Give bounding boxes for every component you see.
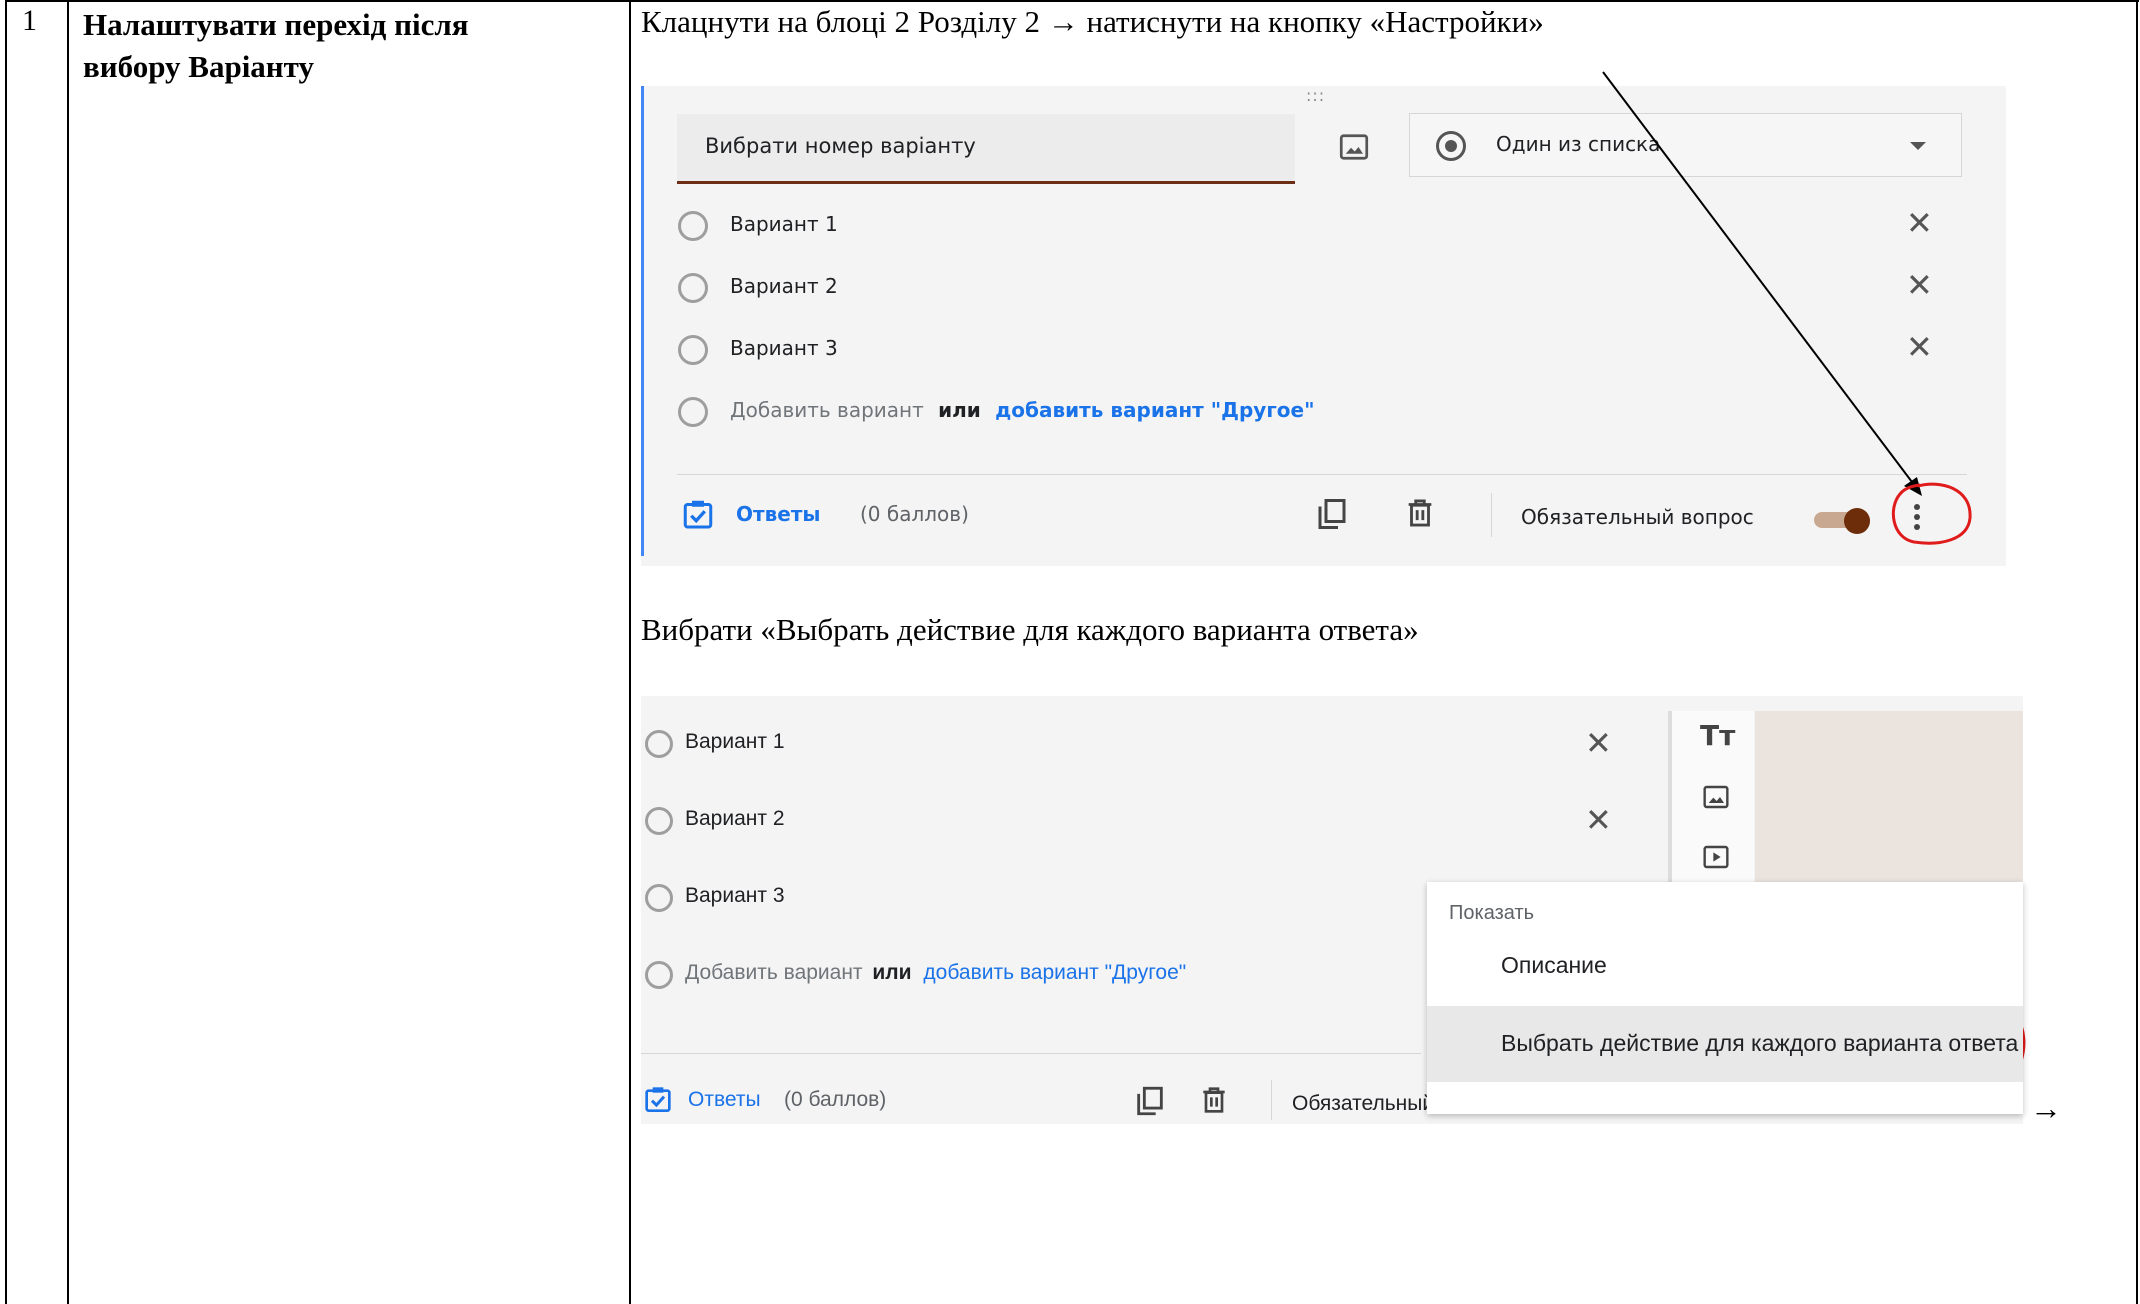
menu-item-description[interactable]: Описание [1501, 952, 1607, 979]
menu-header: Показать [1449, 902, 1535, 924]
section-background [1755, 711, 2023, 887]
menu-item-action-label: Выбрать действие для каждого варианта от… [1501, 1030, 2019, 1056]
more-options-menu: Показать Описание Выбрать действие для к… [1427, 882, 2023, 1114]
footer-divider [641, 1053, 1421, 1054]
close-icon[interactable]: ✕ [1585, 801, 1612, 839]
add-image-icon[interactable] [1700, 781, 1732, 813]
side-toolbar: Tт [1668, 711, 1754, 887]
option-label-3[interactable]: Вариант 3 [685, 884, 785, 908]
option-radio-2 [645, 807, 673, 835]
option-label-1[interactable]: Вариант 1 [685, 730, 785, 754]
or-text: или [872, 961, 912, 984]
add-title-icon[interactable]: Tт [1700, 719, 1735, 752]
copy-icon[interactable] [1133, 1084, 1167, 1118]
option-radio-3 [645, 884, 673, 912]
close-icon[interactable]: ✕ [1585, 724, 1612, 762]
annotation-arrow [1602, 71, 1916, 487]
screenshot-action-menu: Вариант 1 ✕ Вариант 2 ✕ Вариант 3 Добави… [641, 696, 2023, 1124]
points-label: (0 баллов) [784, 1088, 887, 1111]
annotation-red-circle [1891, 482, 1972, 545]
instruction-2: Вибрати «Выбрать действие для каждого ва… [641, 612, 1419, 647]
add-video-icon[interactable] [1700, 841, 1732, 873]
required-label: Обязательный [1292, 1092, 1435, 1115]
option-radio-1 [645, 730, 673, 758]
add-option-row: Добавить вариант или добавить вариант "Д… [685, 961, 1186, 985]
trash-icon[interactable] [1198, 1084, 1230, 1116]
answers-link[interactable]: Ответы [688, 1088, 761, 1112]
trailing-arrow: → [2030, 1090, 2062, 1126]
add-option-link[interactable]: Добавить вариант [685, 961, 863, 984]
option-radio-add [645, 961, 673, 989]
footer-separator [1271, 1080, 1272, 1120]
add-other-link[interactable]: добавить вариант "Другое" [923, 961, 1186, 984]
answer-key-icon[interactable] [642, 1084, 674, 1116]
menu-item-action[interactable]: Выбрать действие для каждого варианта от… [1427, 1006, 2023, 1082]
option-label-2[interactable]: Вариант 2 [685, 807, 785, 831]
